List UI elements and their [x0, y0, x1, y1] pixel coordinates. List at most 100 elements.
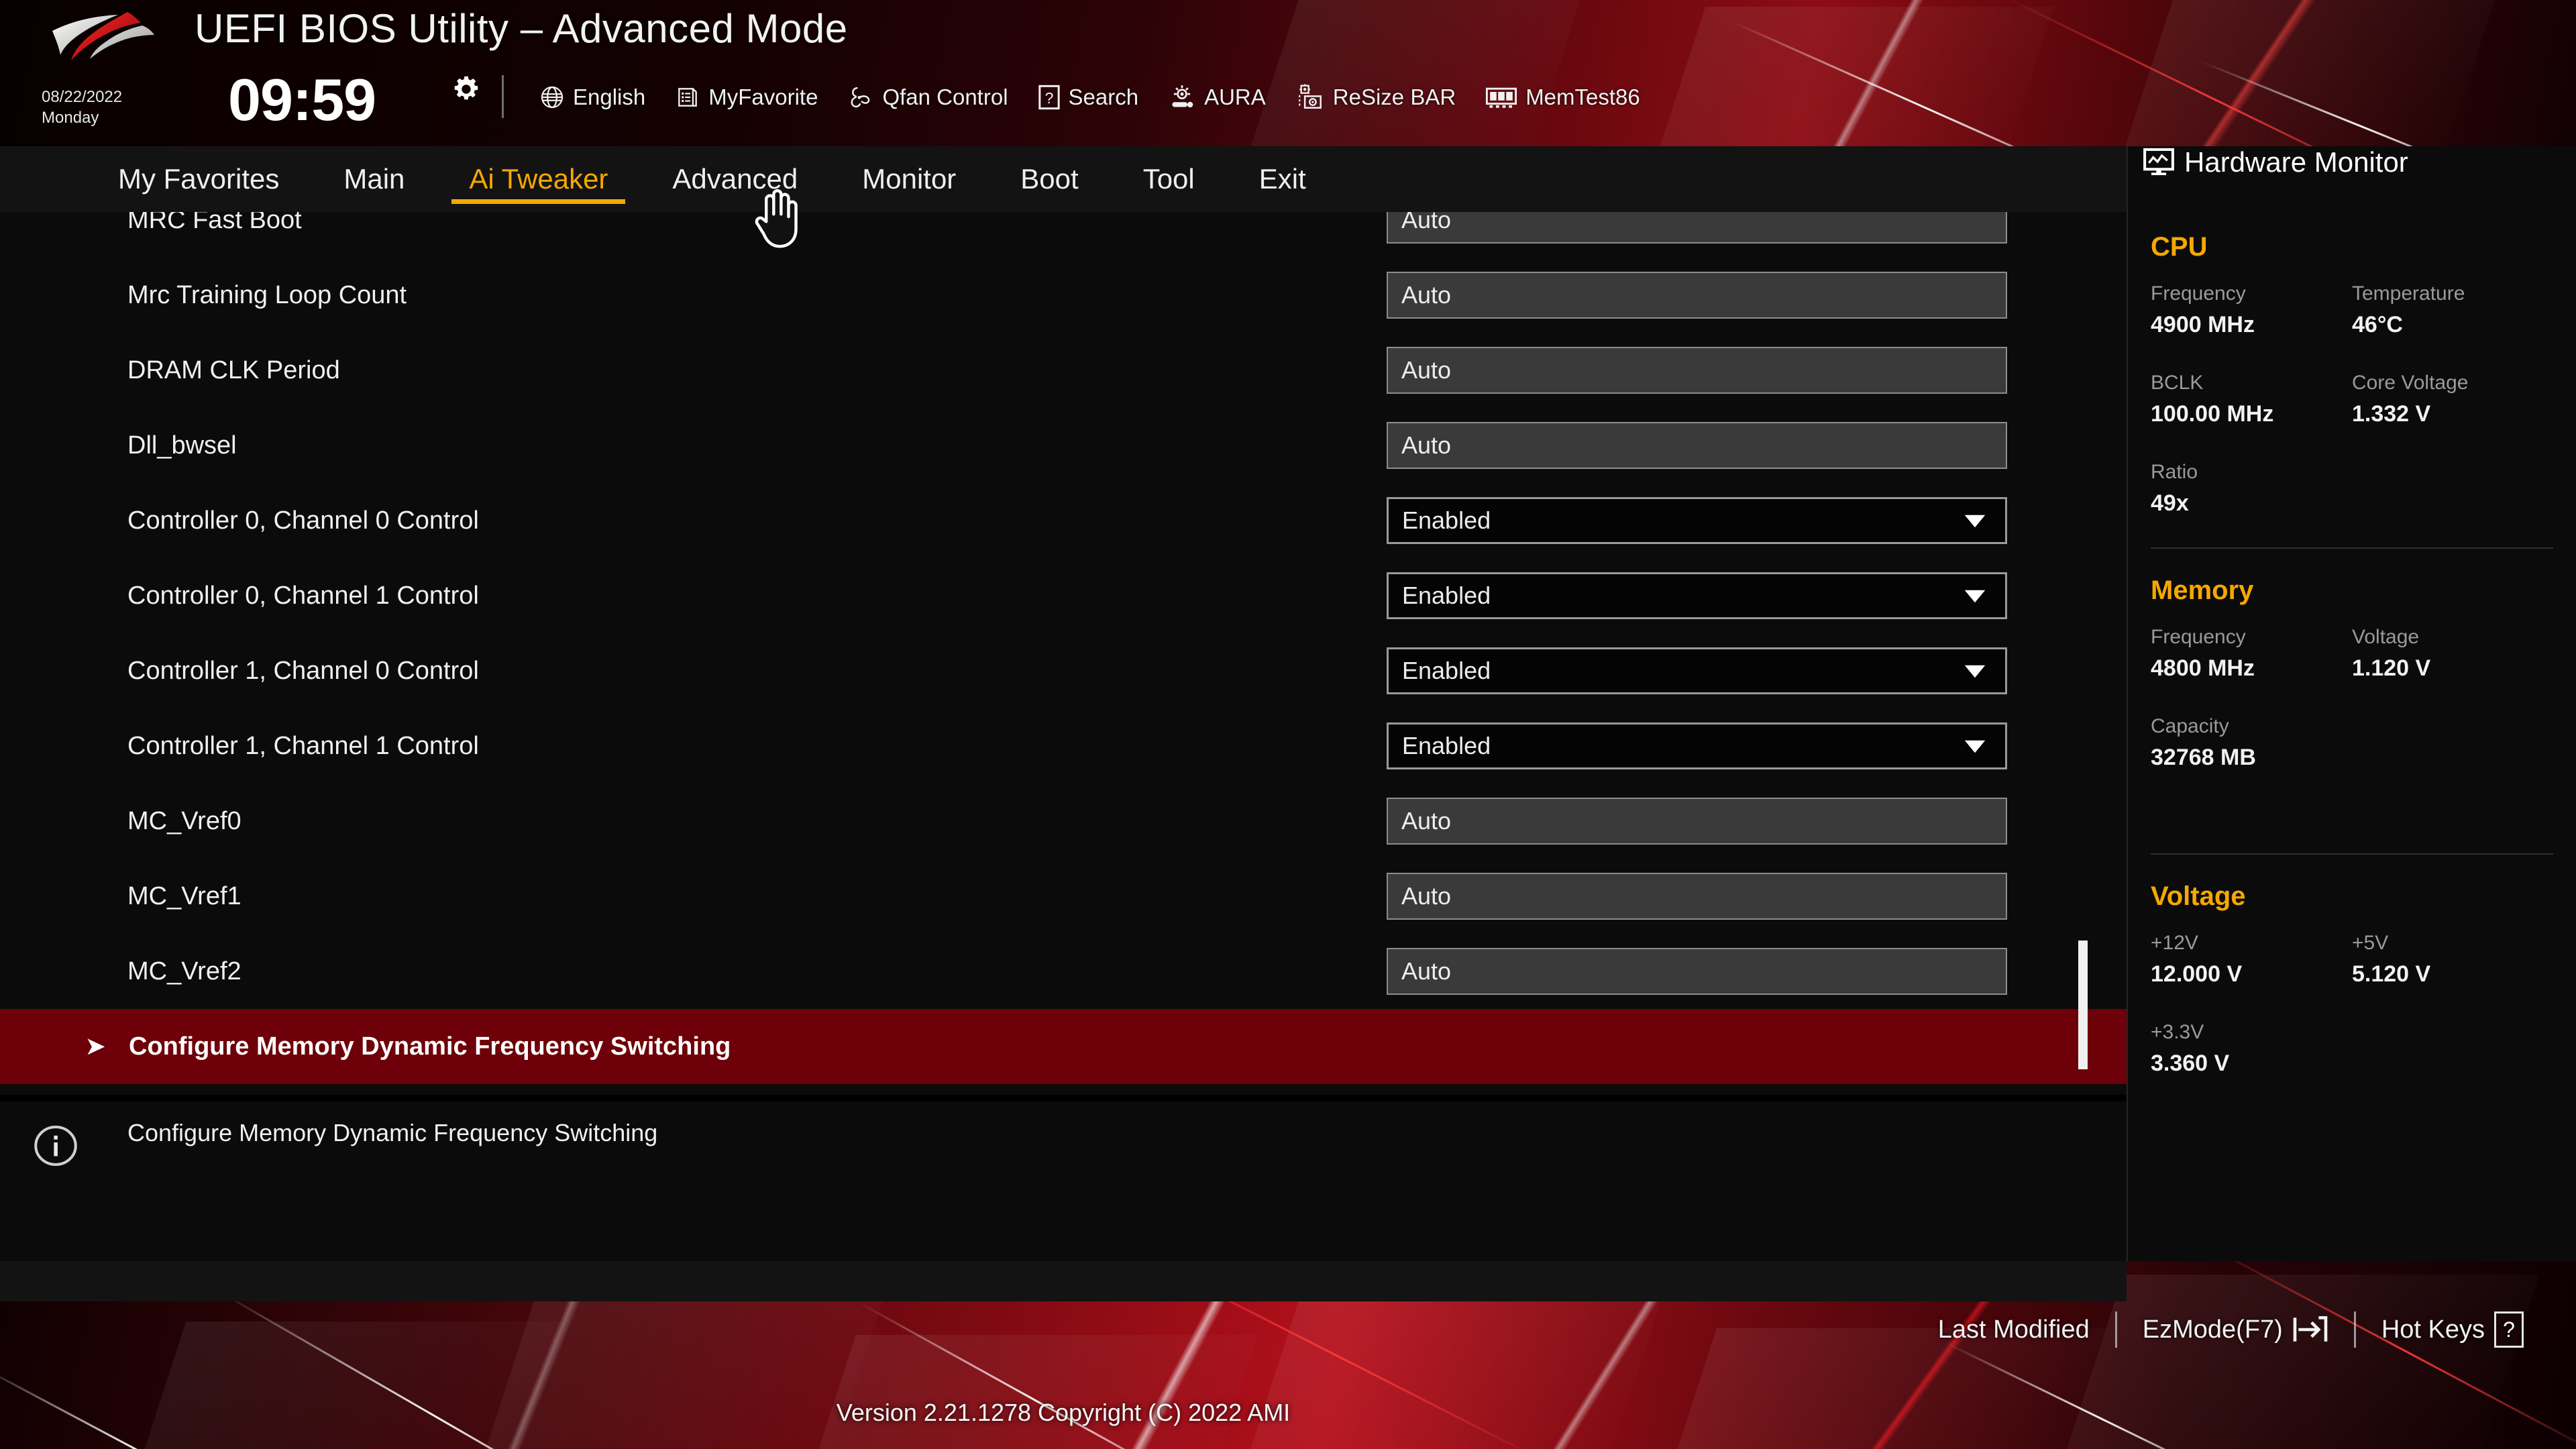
settings-row-input[interactable]: Auto — [1387, 873, 2007, 920]
ezmode-button[interactable]: EzMode(F7) — [2117, 1314, 2354, 1345]
hot-keys-button[interactable]: Hot Keys ? — [2356, 1311, 2549, 1348]
last-modified-button[interactable]: Last Modified — [1913, 1316, 2115, 1344]
globe-icon — [541, 86, 564, 109]
hwmon-readout-value: 100.00 MHz — [2151, 401, 2274, 427]
hwmon-readout: +3.3V 3.360 V — [2151, 1021, 2352, 1077]
hwmon-section-divider — [2151, 547, 2553, 549]
rog-logo-icon — [52, 12, 154, 60]
tab-label: Monitor — [862, 163, 957, 195]
settings-row-value: Enabled — [1402, 732, 1491, 759]
settings-row-value: Auto — [1401, 356, 1452, 384]
tab-boot[interactable]: Boot — [1003, 146, 1095, 212]
hwmon-readout: Frequency 4900 MHz — [2151, 282, 2352, 338]
settings-row[interactable]: Controller 1, Channel 0 Control Enabled — [0, 633, 2127, 708]
hardware-monitor-title-row: Hardware Monitor — [2143, 146, 2408, 178]
settings-row-input[interactable]: Auto — [1387, 272, 2007, 319]
content-help-divider — [0, 1095, 2127, 1102]
settings-row-dropdown[interactable]: Enabled — [1387, 647, 2007, 694]
hwmon-section-voltage: Voltage +12V 12.000 V +5V 5.120 V +3.3V 3.360 … — [2151, 881, 2553, 1110]
footer-separator-2 — [2353, 1311, 2356, 1348]
qfan-control-button[interactable]: Qfan Control — [833, 77, 1022, 117]
settings-row-label: MRC Fast Boot — [127, 212, 302, 234]
settings-row-value: Auto — [1401, 882, 1452, 910]
hwmon-readout-value: 4800 MHz — [2151, 655, 2255, 681]
settings-submenu-row[interactable]: ➤ Configure Memory Dynamic Frequency Swit… — [0, 1009, 2127, 1084]
hwmon-readout-value: 1.120 V — [2352, 655, 2431, 681]
settings-row[interactable]: Controller 0, Channel 0 Control Enabled — [0, 483, 2127, 558]
memtest86-button[interactable]: MemTest86 — [1470, 77, 1655, 117]
hwmon-readout-value: 3.360 V — [2151, 1051, 2230, 1076]
hwmon-readout-key: +12V — [2151, 932, 2198, 954]
settings-row[interactable]: MRC Fast Boot Auto — [0, 212, 2127, 258]
settings-row-label: Dll_bwsel — [127, 431, 237, 460]
myfavorite-button[interactable]: MyFavorite — [660, 77, 833, 117]
settings-row-label: Controller 1, Channel 1 Control — [127, 731, 479, 760]
hwmon-section-divider — [2151, 853, 2553, 855]
hwmon-section-memory: Memory Frequency 4800 MHz Voltage 1.120 V Cap… — [2151, 576, 2553, 804]
header-toolbar: English MyFavorite Qfan Control ? Search… — [525, 75, 1655, 119]
hwmon-readout: +12V 12.000 V — [2151, 932, 2352, 987]
settings-row-value: Enabled — [1402, 582, 1491, 609]
settings-row-input[interactable]: Auto — [1387, 422, 2007, 469]
tab-main[interactable]: Main — [326, 146, 422, 212]
settings-row[interactable]: MC_Vref1 Auto — [0, 859, 2127, 934]
search-button[interactable]: ? Search — [1023, 77, 1154, 117]
date-value: 08/22/2022 — [42, 88, 123, 106]
system-clock: 09:59 — [228, 66, 376, 133]
settings-row[interactable]: MC_Vref2 Auto — [0, 934, 2127, 1009]
settings-row[interactable]: DRAM CLK Period Auto — [0, 333, 2127, 408]
settings-row[interactable]: Mrc Training Loop Count Auto — [0, 258, 2127, 333]
ezmode-label: EzMode(F7) — [2142, 1315, 2283, 1344]
settings-row[interactable]: Controller 1, Channel 1 Control Enabled — [0, 708, 2127, 784]
settings-row-value: Auto — [1401, 431, 1452, 459]
tab-label: Boot — [1020, 163, 1079, 195]
hwmon-section-cpu: CPU Frequency 4900 MHz Temperature 46°C BCLK 1… — [2151, 232, 2553, 550]
help-text: Configure Memory Dynamic Frequency Switc… — [127, 1119, 658, 1146]
tab-ai-tweaker[interactable]: Ai Tweaker — [451, 146, 626, 212]
tab-tool[interactable]: Tool — [1126, 146, 1212, 212]
hwmon-readout-value: 5.120 V — [2352, 961, 2431, 987]
tab-advanced[interactable]: Advanced — [655, 146, 815, 212]
settings-scrollbar-thumb[interactable] — [2078, 941, 2088, 1069]
hwmon-section-title: CPU — [2151, 232, 2208, 262]
hwmon-readout-key: Core Voltage — [2352, 372, 2469, 394]
fan-icon — [851, 87, 870, 108]
tab-exit[interactable]: Exit — [1242, 146, 1324, 212]
tab-my-favorites[interactable]: My Favorites — [101, 146, 297, 212]
settings-scrollbar-track[interactable] — [2078, 215, 2088, 1087]
hardware-monitor-panel: Hardware Monitor CPU Frequency 4900 MHz Tem… — [2127, 146, 2576, 1261]
hwmon-readout: Voltage 1.120 V — [2352, 626, 2553, 682]
settings-row-input[interactable]: Auto — [1387, 798, 2007, 845]
settings-row-input[interactable]: Auto — [1387, 212, 2007, 244]
settings-row[interactable]: Dll_bwsel Auto — [0, 408, 2127, 483]
hwmon-readout-grid: Frequency 4900 MHz Temperature 46°C BCLK 100.… — [2151, 282, 2553, 550]
settings-row-dropdown[interactable]: Enabled — [1387, 722, 2007, 769]
aura-button[interactable]: AURA — [1153, 77, 1281, 117]
hwmon-readout-value: 32768 MB — [2151, 745, 2256, 770]
tab-label: Main — [343, 163, 405, 195]
settings-list[interactable]: MRC Fast Boot Auto Mrc Training Loop Count… — [0, 212, 2127, 1093]
qfan-control-label: Qfan Control — [882, 85, 1008, 109]
hot-keys-label: Hot Keys — [2381, 1315, 2485, 1344]
tab-label: Advanced — [672, 163, 798, 195]
settings-row-dropdown[interactable]: Enabled — [1387, 572, 2007, 619]
settings-row-input[interactable]: Auto — [1387, 347, 2007, 394]
aura-label: AURA — [1204, 85, 1266, 109]
gpu-icon — [1298, 84, 1322, 109]
settings-row-dropdown[interactable]: Enabled — [1387, 497, 2007, 544]
hwmon-readout-key: +5V — [2352, 932, 2389, 954]
tab-monitor[interactable]: Monitor — [845, 146, 973, 212]
settings-row[interactable]: Controller 0, Channel 1 Control Enabled — [0, 558, 2127, 633]
page-title: UEFI BIOS Utility – Advanced Mode — [195, 6, 848, 51]
language-button[interactable]: English — [525, 77, 660, 117]
settings-row-label: Controller 0, Channel 0 Control — [127, 506, 479, 535]
gear-icon[interactable] — [451, 74, 482, 105]
settings-row-input[interactable]: Auto — [1387, 948, 2007, 995]
hwmon-readout: +5V 5.120 V — [2352, 932, 2553, 987]
chevron-down-icon — [1964, 506, 1986, 535]
hwmon-readout-key: Capacity — [2151, 715, 2229, 737]
resize-bar-button[interactable]: ReSize BAR — [1281, 77, 1470, 117]
settings-row-label: Configure Memory Dynamic Frequency Switc… — [129, 1032, 731, 1061]
settings-row[interactable]: MC_Vref0 Auto — [0, 784, 2127, 859]
hwmon-readout: BCLK 100.00 MHz — [2151, 372, 2352, 427]
